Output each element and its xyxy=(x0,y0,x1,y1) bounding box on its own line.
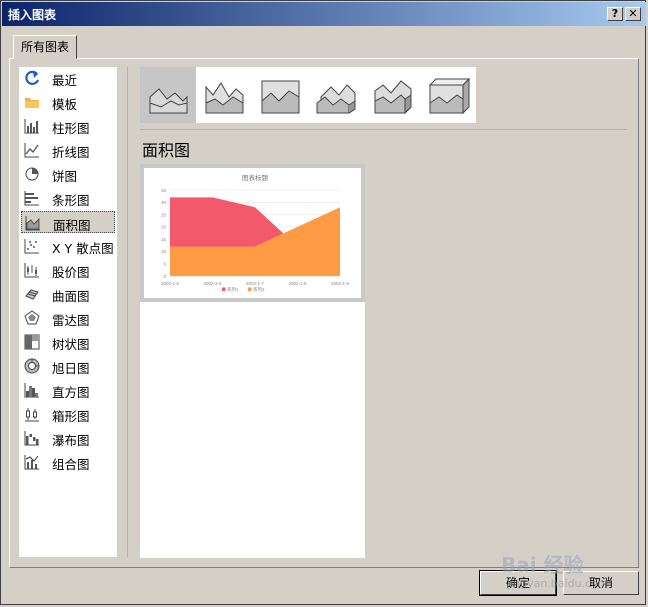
chart-category-label: 直方图 xyxy=(52,385,90,400)
chart-title: 图表标题 xyxy=(242,173,269,182)
title-bar[interactable]: 插入图表 ? ✕ xyxy=(2,2,646,26)
area-chart-icon xyxy=(25,216,40,231)
scatter-chart-icon xyxy=(24,239,39,254)
chart-category-item[interactable]: 折线图 xyxy=(21,139,115,161)
watermark-brand: Bai 经验 xyxy=(501,553,584,577)
chart-category-label: 模板 xyxy=(52,97,78,112)
chart-category-label: 条形图 xyxy=(52,193,90,208)
3d-stacked-area-icon xyxy=(374,80,412,115)
chart-category-label: 饼图 xyxy=(52,169,78,184)
chart-subtype-gallery xyxy=(140,67,476,123)
x-tick-label: 2002-1-8 xyxy=(288,281,307,286)
chart-category-item[interactable]: 瀑布图 xyxy=(21,427,115,449)
watermark: Bai 经验 jingyan.baidu.com xyxy=(501,549,641,599)
percent-stacked-area-icon xyxy=(261,80,300,114)
y-tick-label: 35 xyxy=(161,188,167,193)
chart-category-item[interactable]: 组合图 xyxy=(21,451,115,473)
chart-category-item[interactable]: 柱形图 xyxy=(21,115,115,137)
recent-icon xyxy=(25,70,40,85)
close-button[interactable]: ✕ xyxy=(625,7,641,21)
chart-category-item[interactable]: 箱形图 xyxy=(21,403,115,425)
chart-category-item[interactable]: 旭日图 xyxy=(21,355,115,377)
sunburst-chart-icon xyxy=(24,358,40,374)
chart-category-item[interactable]: 最近 xyxy=(21,67,115,89)
area-icon xyxy=(149,88,188,114)
chart-preview-canvas: 图表标题 0 5 10 15 20 25 30 35 2002-1-5 2002-1-6 2002-1… xyxy=(144,168,361,298)
radar-chart-icon xyxy=(24,310,40,325)
chart-subtype-button[interactable] xyxy=(420,67,476,123)
line-chart-icon xyxy=(24,143,39,158)
surface-chart-icon xyxy=(25,289,39,300)
treemap-chart-icon xyxy=(24,334,40,350)
chart-subtype-button[interactable] xyxy=(196,67,252,123)
legend-label: 系列2 xyxy=(253,286,265,293)
y-tick-label: 20 xyxy=(161,225,167,230)
window-title: 插入图表 xyxy=(8,8,57,22)
chart-category-item[interactable]: 股价图 xyxy=(21,259,115,281)
y-tick-label: 10 xyxy=(161,249,167,254)
chart-category-label: 雷达图 xyxy=(52,313,90,328)
chart-category-item[interactable]: 条形图 xyxy=(21,187,115,209)
x-tick-label: 2002-1-6 xyxy=(203,281,222,286)
chart-category-label: 树状图 xyxy=(52,337,90,352)
y-tick-label: 25 xyxy=(161,212,167,217)
y-tick-label: 15 xyxy=(161,237,167,242)
chart-category-label: 面积图 xyxy=(53,218,91,233)
divider xyxy=(127,67,128,557)
chart-category-label: X Y 散点图 xyxy=(52,241,114,256)
legend-swatch xyxy=(222,287,226,291)
divider xyxy=(140,129,627,130)
chart-subtype-button[interactable] xyxy=(308,67,364,123)
area-chart: 图表标题 0 5 10 15 20 25 30 35 2002-1-5 2002-1-6 2002-1… xyxy=(161,173,350,293)
chart-preview-area: 图表标题 0 5 10 15 20 25 30 35 2002-1-5 2002-1-6 2002-1… xyxy=(140,164,365,558)
y-tick-label: 30 xyxy=(161,200,167,205)
x-tick-label: 2002-1-5 xyxy=(161,281,180,286)
column-chart-icon xyxy=(24,119,39,134)
3d-percent-stacked-area-icon xyxy=(428,77,471,115)
chart-category-label: 瀑布图 xyxy=(52,433,90,448)
watermark-url: jingyan.baidu.com xyxy=(507,577,609,590)
chart-category-label: 柱形图 xyxy=(52,121,90,136)
chart-category-item[interactable]: 曲面图 xyxy=(21,283,115,305)
stacked-area-icon xyxy=(205,82,244,114)
chart-category-label: 组合图 xyxy=(52,457,90,472)
chart-category-label: 最近 xyxy=(52,73,78,88)
chart-category-item[interactable]: 直方图 xyxy=(21,379,115,401)
histogram-chart-icon xyxy=(24,383,39,398)
chart-category-item[interactable]: 树状图 xyxy=(21,331,115,353)
chart-category-item[interactable]: 面积图 xyxy=(21,211,115,233)
chart-preview[interactable]: 图表标题 0 5 10 15 20 25 30 35 2002-1-5 2002-1-6 2002-1… xyxy=(140,164,365,302)
chart-subtype-button[interactable] xyxy=(252,67,308,123)
chart-category-label: 折线图 xyxy=(52,145,90,160)
tab-all-charts[interactable]: 所有图表 xyxy=(13,35,77,59)
chart-category-item[interactable]: 饼图 xyxy=(21,163,115,185)
waterfall-chart-icon xyxy=(24,431,39,446)
chart-category-item[interactable]: 雷达图 xyxy=(21,307,115,329)
insert-chart-dialog: 插入图表 ? ✕ 所有图表 最近 模板 柱形图 折线图 饼图 条形图 面积图 X Y 散点图股… xyxy=(0,0,646,605)
y-tick-label: 0 xyxy=(163,274,166,279)
x-tick-label: 2002-1-7 xyxy=(246,281,265,286)
combo-chart-icon xyxy=(24,455,39,470)
3d-area-icon xyxy=(316,84,356,114)
help-button[interactable]: ? xyxy=(607,7,623,21)
bar-chart-icon xyxy=(24,191,39,206)
chart-category-label: 旭日图 xyxy=(52,361,90,376)
pie-chart-icon xyxy=(25,167,39,181)
chart-category-item[interactable]: X Y 散点图 xyxy=(21,235,115,257)
y-tick-label: 5 xyxy=(163,262,166,267)
stock-chart-icon xyxy=(24,263,39,278)
chart-category-item[interactable]: 模板 xyxy=(21,91,115,113)
x-tick-label: 2002-1-9 xyxy=(331,281,350,286)
legend-label: 系列1 xyxy=(227,286,239,293)
legend-swatch xyxy=(248,287,252,291)
chart-category-label: 股价图 xyxy=(52,265,90,280)
chart-category-label: 曲面图 xyxy=(52,289,90,304)
chart-subtype-button[interactable] xyxy=(140,67,196,123)
folder-icon xyxy=(25,98,39,108)
chart-category-list: 最近模板柱形图折线图饼图条形图面积图 X Y 散点图 股价图曲面图雷达图树状图旭日图… xyxy=(19,67,117,557)
section-title: 面积图 xyxy=(142,141,191,160)
chart-category-label: 箱形图 xyxy=(52,409,90,424)
chart-subtype-button[interactable] xyxy=(364,67,420,123)
box-whisker-chart-icon xyxy=(25,408,39,422)
